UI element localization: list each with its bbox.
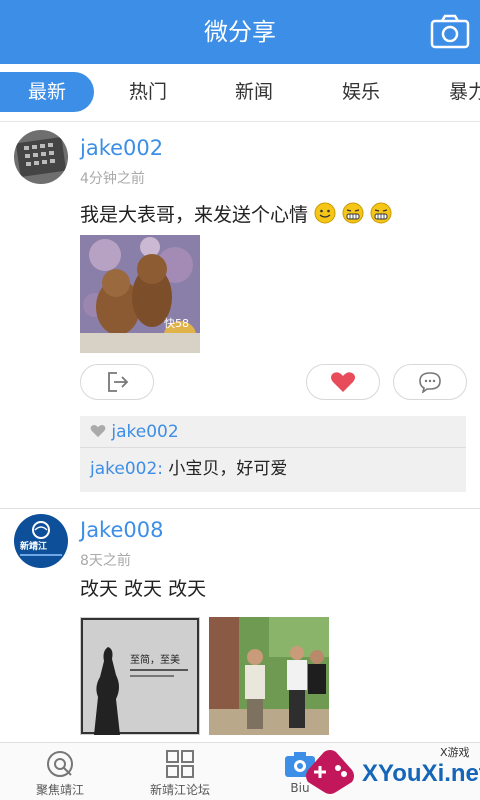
category-tabs: 最新 热门 新闻 娱乐 暴力: [0, 64, 480, 122]
poster-text: 至简，至美: [130, 653, 180, 666]
post-photo[interactable]: [209, 617, 329, 735]
page-title: 微分享: [204, 18, 276, 46]
comment-user[interactable]: jake002:: [90, 459, 163, 479]
comment-text: 小宝贝，好可爱: [168, 459, 288, 479]
grin-emoji-icon: [342, 202, 364, 224]
avatar[interactable]: [14, 130, 68, 184]
focus-icon: [47, 751, 73, 777]
interaction-box: jake002 jake002: 小宝贝，好可爱: [80, 416, 466, 492]
like-button[interactable]: [306, 364, 380, 400]
smile-emoji-icon: [314, 202, 336, 224]
tab-hot[interactable]: 热门: [100, 72, 196, 112]
likes-row: jake002: [80, 416, 466, 448]
post-photo[interactable]: 至简，至美: [80, 617, 200, 735]
app-header: 微分享: [0, 0, 480, 64]
comment-button[interactable]: [393, 364, 467, 400]
post-card: jake002 4分钟之前 我是大表哥，来发送个心情 快58 jake002 j…: [0, 122, 480, 508]
watermark: X游戏 XYouXi.net: [300, 742, 480, 800]
post-divider: [0, 508, 480, 509]
xinjingjiang-logo-avatar: 新靖江: [14, 514, 68, 568]
grin-emoji-icon: [370, 202, 392, 224]
nav-focus[interactable]: 聚焦靖江: [0, 743, 120, 800]
camera-icon: [430, 14, 470, 49]
post-time: 4分钟之前: [80, 171, 145, 187]
comment-bubble-icon: [419, 372, 441, 393]
post-photo[interactable]: 快58: [80, 235, 200, 353]
feed-list[interactable]: jake002 4分钟之前 我是大表哥，来发送个心情 快58 jake002 j…: [0, 122, 480, 742]
heart-outline-icon: [90, 424, 106, 438]
statue-poster-photo: 至简，至美: [80, 617, 200, 735]
post-text: 改天 改天 改天: [80, 578, 207, 600]
photo-watermark-text: 快58: [164, 317, 189, 330]
tab-latest[interactable]: 最新: [0, 72, 94, 112]
camera-button[interactable]: [430, 12, 470, 52]
watermark-small-text: X游戏: [440, 746, 470, 759]
nav-focus-label: 聚焦靖江: [35, 783, 84, 797]
watermark-text: XYouXi.net: [362, 760, 480, 787]
keyboard-avatar-image: [14, 130, 68, 184]
tab-violence[interactable]: 暴力: [420, 72, 480, 112]
avatar[interactable]: 新靖江: [14, 514, 68, 568]
post-username[interactable]: jake002: [80, 136, 163, 160]
nav-forum-label: 新靖江论坛: [149, 783, 210, 797]
grid-icon: [166, 750, 194, 778]
post-username[interactable]: Jake008: [80, 518, 163, 542]
puppies-photo: 快58: [80, 235, 200, 353]
tab-entertainment[interactable]: 娱乐: [313, 72, 409, 112]
share-icon: [108, 372, 129, 392]
post-time: 8天之前: [80, 553, 131, 569]
comment-item: jake002: 小宝贝，好可爱: [80, 449, 466, 489]
tab-news[interactable]: 新闻: [206, 72, 302, 112]
avatar-logo-text: 新靖江: [20, 540, 47, 552]
like-user[interactable]: jake002: [111, 422, 178, 442]
post-text: 我是大表哥，来发送个心情: [80, 200, 392, 227]
people-outdoor-photo: [209, 617, 329, 735]
share-button[interactable]: [80, 364, 154, 400]
post-text-content: 我是大表哥，来发送个心情: [80, 204, 309, 226]
nav-forum[interactable]: 新靖江论坛: [120, 743, 240, 800]
heart-icon: [331, 372, 355, 392]
post-card: 新靖江 Jake008 8天之前 改天 改天 改天 至简，至美: [0, 514, 480, 742]
gamepad-logo-icon: [306, 750, 354, 794]
